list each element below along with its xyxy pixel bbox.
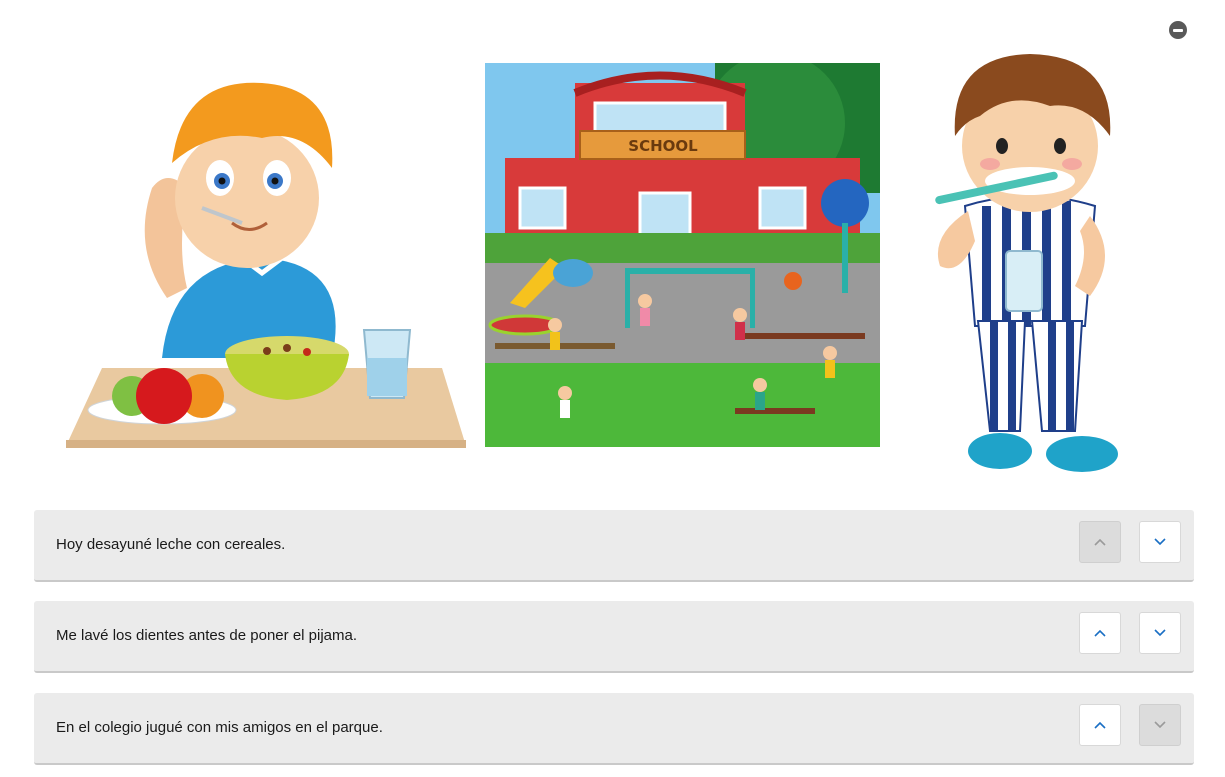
move-down-button[interactable] [1139, 612, 1181, 654]
chevron-down-icon [1154, 721, 1166, 729]
item-text: En el colegio jugué con mis amigos en el… [56, 719, 383, 736]
brushing-teeth-image [935, 54, 1118, 472]
school-image: SCHOOL [485, 63, 880, 447]
move-up-button[interactable] [1079, 704, 1121, 746]
school-sign: SCHOOL [628, 137, 698, 155]
minus-circle-icon[interactable] [1169, 21, 1187, 39]
list-item: En el colegio jugué con mis amigos en el… [34, 693, 1194, 765]
chevron-down-icon [1154, 629, 1166, 637]
chevron-up-icon [1094, 629, 1106, 637]
chevron-up-icon [1094, 721, 1106, 729]
move-down-button[interactable] [1139, 521, 1181, 563]
move-up-button[interactable] [1079, 612, 1121, 654]
move-down-button[interactable] [1139, 704, 1181, 746]
breakfast-image [66, 82, 466, 448]
move-up-button[interactable] [1079, 521, 1121, 563]
item-text: Me lavé los dientes antes de poner el pi… [56, 627, 358, 644]
chevron-down-icon [1154, 538, 1166, 546]
list-item: Hoy desayuné leche con cereales. [34, 510, 1194, 582]
chevron-up-icon [1094, 538, 1106, 546]
list-item: Me lavé los dientes antes de poner el pi… [34, 601, 1194, 673]
item-text: Hoy desayuné leche con cereales. [56, 536, 286, 553]
